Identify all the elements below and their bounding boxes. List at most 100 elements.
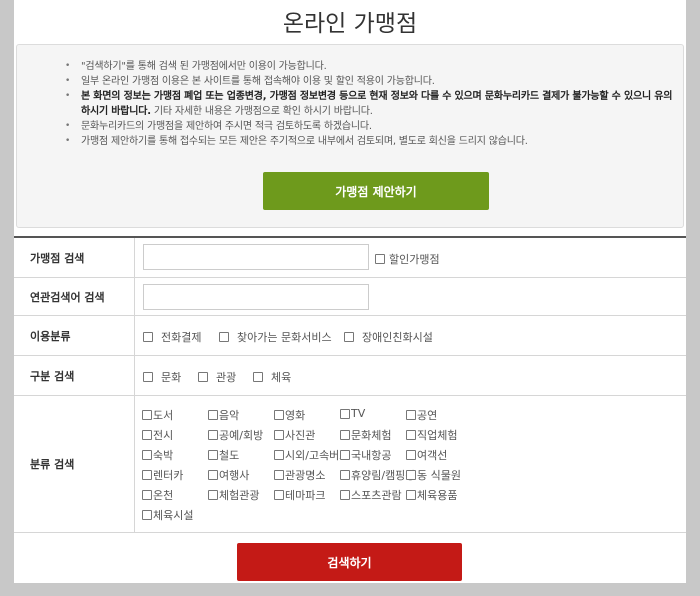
division-checkbox[interactable] bbox=[198, 372, 208, 382]
category-option[interactable]: 숙박 bbox=[142, 447, 173, 463]
category-checkbox[interactable] bbox=[208, 410, 218, 420]
category-checkbox[interactable] bbox=[208, 490, 218, 500]
category-checkbox[interactable] bbox=[274, 490, 284, 500]
category-checkbox[interactable] bbox=[142, 510, 152, 520]
category-checkbox[interactable] bbox=[340, 490, 350, 500]
category-option[interactable]: 온천 bbox=[142, 487, 173, 503]
category-option[interactable]: 공연 bbox=[406, 407, 437, 423]
category-checkbox[interactable] bbox=[406, 430, 416, 440]
category-option[interactable]: 도서 bbox=[142, 407, 173, 423]
discount-store-option[interactable]: 할인가맹점 bbox=[375, 251, 440, 267]
division-checkbox[interactable] bbox=[143, 372, 153, 382]
category-label: 분류 검색 bbox=[14, 396, 135, 532]
category-option[interactable]: 직업체험 bbox=[406, 427, 457, 443]
category-option[interactable]: 체육시설 bbox=[142, 507, 193, 523]
category-option[interactable]: 테마파크 bbox=[274, 487, 325, 503]
usage-option-accessible[interactable]: 장애인친화시설 bbox=[344, 329, 433, 345]
division-checkbox[interactable] bbox=[253, 372, 263, 382]
category-option-label: 체육시설 bbox=[153, 509, 194, 522]
category-option-label: 온천 bbox=[153, 489, 174, 502]
category-option[interactable]: TV bbox=[340, 407, 365, 420]
page-title: 온라인 가맹점 bbox=[282, 11, 418, 37]
category-option[interactable]: 사진관 bbox=[274, 427, 315, 443]
discount-store-label: 할인가맹점 bbox=[389, 253, 440, 266]
category-option-label: 음악 bbox=[219, 409, 240, 422]
category-option-label: 스포츠관람 bbox=[351, 489, 402, 502]
suggest-store-button[interactable]: 가맹점 제안하기 bbox=[263, 172, 489, 210]
division-option-culture[interactable]: 문화 bbox=[143, 369, 181, 385]
division-label: 구분 검색 bbox=[14, 356, 135, 395]
store-search-input[interactable] bbox=[143, 244, 369, 270]
category-checkbox[interactable] bbox=[340, 450, 350, 460]
category-checkbox[interactable] bbox=[274, 410, 284, 420]
category-option[interactable]: 체육용품 bbox=[406, 487, 457, 503]
usage-checkbox[interactable] bbox=[344, 332, 354, 342]
usage-label: 이용분류 bbox=[14, 316, 135, 355]
main-panel: 온라인 가맹점 "검색하기"를 통해 검색 된 가맹점에서만 이용이 가능합니다… bbox=[14, 0, 686, 583]
category-checkbox[interactable] bbox=[406, 450, 416, 460]
category-checkbox[interactable] bbox=[340, 470, 350, 480]
keyword-search-input[interactable] bbox=[143, 284, 369, 310]
division-option-label: 관광 bbox=[216, 371, 237, 384]
usage-option-label: 장애인친화시설 bbox=[362, 331, 433, 344]
category-option-label: 사진관 bbox=[285, 429, 316, 442]
category-option[interactable]: 국내항공 bbox=[340, 447, 391, 463]
category-checkbox[interactable] bbox=[406, 410, 416, 420]
discount-store-checkbox[interactable] bbox=[375, 254, 385, 264]
category-option[interactable]: 관광명소 bbox=[274, 467, 325, 483]
category-option-label: 테마파크 bbox=[285, 489, 326, 502]
category-checkbox[interactable] bbox=[142, 410, 152, 420]
usage-option-visiting[interactable]: 찾아가는 문화서비스 bbox=[219, 329, 332, 345]
search-button[interactable]: 검색하기 bbox=[237, 543, 462, 581]
category-checkbox[interactable] bbox=[208, 430, 218, 440]
category-option-label: 체육용품 bbox=[417, 489, 458, 502]
category-option[interactable]: 철도 bbox=[208, 447, 239, 463]
category-grid: 도서 음악 영화 TV 공연전시 공예/회방 사진관 문화체험 직업체험숙박 철도 시외/고속버스 국… bbox=[135, 396, 686, 532]
category-option[interactable]: 영화 bbox=[274, 407, 305, 423]
category-option-label: 전시 bbox=[153, 429, 174, 442]
category-option[interactable]: 시외/고속버스 bbox=[274, 447, 349, 463]
category-option[interactable]: 문화체험 bbox=[340, 427, 391, 443]
category-option-label: 동 식물원 bbox=[417, 469, 461, 482]
category-checkbox[interactable] bbox=[142, 430, 152, 440]
category-checkbox[interactable] bbox=[274, 470, 284, 480]
division-option-sports[interactable]: 체육 bbox=[253, 369, 291, 385]
category-option[interactable]: 동 식물원 bbox=[406, 467, 461, 483]
category-option-label: 공연 bbox=[417, 409, 438, 422]
notice-item: "검색하기"를 통해 검색 된 가맹점에서만 이용이 가능합니다. bbox=[65, 59, 675, 74]
category-option[interactable]: 음악 bbox=[208, 407, 239, 423]
category-checkbox[interactable] bbox=[274, 430, 284, 440]
category-checkbox[interactable] bbox=[406, 470, 416, 480]
category-checkbox[interactable] bbox=[340, 430, 350, 440]
usage-row: 이용분류 전화결제 찾아가는 문화서비스 장애인친화시설 bbox=[14, 316, 686, 356]
category-checkbox[interactable] bbox=[142, 470, 152, 480]
store-search-row: 가맹점 검색 할인가맹점 bbox=[14, 238, 686, 278]
search-form: 가맹점 검색 할인가맹점 연관검색어 검색 이용분류 전화결제 찾아가는 문화서… bbox=[14, 236, 686, 533]
category-checkbox[interactable] bbox=[208, 470, 218, 480]
division-row: 구분 검색 문화 관광 체육 bbox=[14, 356, 686, 396]
category-option[interactable]: 스포츠관람 bbox=[340, 487, 402, 503]
category-checkbox[interactable] bbox=[142, 490, 152, 500]
category-checkbox[interactable] bbox=[274, 450, 284, 460]
usage-option-phone[interactable]: 전화결제 bbox=[143, 329, 201, 345]
category-option[interactable]: 여객선 bbox=[406, 447, 447, 463]
category-option-label: 렌터카 bbox=[153, 469, 184, 482]
category-option-label: 여행사 bbox=[219, 469, 250, 482]
usage-checkbox[interactable] bbox=[219, 332, 229, 342]
category-checkbox[interactable] bbox=[340, 408, 350, 419]
usage-checkbox[interactable] bbox=[143, 332, 153, 342]
notice-item: 본 화면의 정보는 가맹점 폐업 또는 업종변경, 가맹점 정보변경 등으로 현… bbox=[65, 89, 675, 119]
category-checkbox[interactable] bbox=[142, 450, 152, 460]
category-option-label: 숙박 bbox=[153, 449, 174, 462]
category-option[interactable]: 여행사 bbox=[208, 467, 249, 483]
category-option[interactable]: 휴양림/캠핑장 bbox=[340, 467, 415, 483]
category-option[interactable]: 체험관광 bbox=[208, 487, 259, 503]
category-checkbox[interactable] bbox=[208, 450, 218, 460]
category-row: 분류 검색 도서 음악 영화 TV 공연전시 공예/회방 사진관 문화체험 직업체험숙박 철도 시외… bbox=[14, 396, 686, 533]
category-option[interactable]: 공예/회방 bbox=[208, 427, 263, 443]
category-option[interactable]: 렌터카 bbox=[142, 467, 183, 483]
division-option-tour[interactable]: 관광 bbox=[198, 369, 236, 385]
keyword-search-label: 연관검색어 검색 bbox=[14, 278, 135, 315]
category-checkbox[interactable] bbox=[406, 490, 416, 500]
category-option[interactable]: 전시 bbox=[142, 427, 173, 443]
